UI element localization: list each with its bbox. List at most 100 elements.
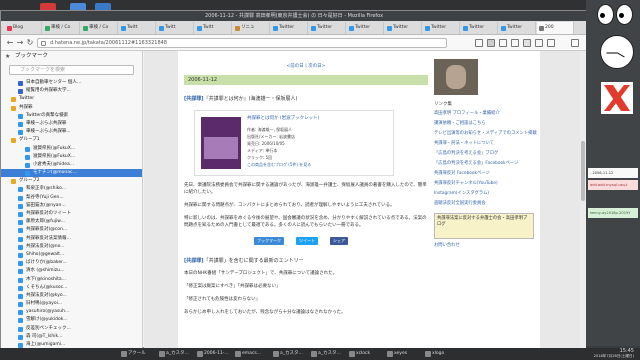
bookmark-item[interactable]: Twitterの真摯な検索	[1, 112, 142, 120]
bookmark-favicon-icon	[18, 130, 23, 136]
reader-icon[interactable]	[499, 39, 507, 47]
browser-tab[interactable]: Twitter	[271, 22, 308, 34]
side-link[interactable]: Instagram(インスタグラム)	[430, 191, 538, 197]
bookmark-folder[interactable]: グループ1	[1, 136, 142, 144]
addon-icon[interactable]	[523, 39, 531, 47]
taskbar-task[interactable]: xlogo	[424, 349, 444, 359]
url-bar[interactable]: d.hatena.ne.jp/takata/20061112#116332184…	[37, 38, 447, 48]
sidebar-toggle-icon[interactable]	[487, 39, 495, 47]
bookmark-item[interactable]: 藤原太郎(@fujiw...	[1, 218, 142, 226]
bookmark-item[interactable]: 共謀罪反対法案情報...	[1, 235, 142, 243]
book-more-link[interactable]: この商品を含むブログ (5件) を見る	[247, 162, 311, 168]
taskbar-task[interactable]: xeyes	[386, 349, 407, 359]
browser-tab[interactable]: Twitt	[119, 22, 156, 34]
taskbar-task[interactable]: emacs...	[234, 349, 261, 359]
browser-tab[interactable]: 車検 / Co	[43, 22, 80, 34]
side-link[interactable]: 盗聴法反対全国実行委員会	[430, 201, 538, 207]
browser-tab[interactable]: リニュ	[233, 22, 270, 34]
bookmark-item[interactable]: 車検ーぶらぶ共謀罪...	[1, 128, 142, 136]
task-label: emacs...	[242, 351, 262, 356]
tweet-button[interactable]: ツイート	[296, 237, 318, 245]
bookmark-item[interactable]: 梨谷寺(Yuji Gen...	[1, 194, 142, 202]
contact-link[interactable]: お問い合わせ	[430, 243, 538, 249]
browser-tab[interactable]: Twitter	[309, 22, 346, 34]
side-link[interactable]: 高田孝明 プロフィール・業績紹介	[430, 111, 538, 117]
browser-tab[interactable]: Twitt	[195, 22, 232, 34]
bookmark-item[interactable]: ばけりか(@baker...	[1, 259, 142, 267]
bookmark-item[interactable]: 反差別ペンチェック...	[1, 325, 142, 333]
entry-title[interactable]: [共謀罪]『共謀罪とは何か』(海渡雄一・保坂展人)	[184, 95, 428, 102]
bookmark-share-button[interactable]: ブックマーク	[254, 237, 284, 245]
facebook-share-button[interactable]: シェア	[330, 237, 348, 245]
reload-icon[interactable]: ↻	[25, 38, 35, 48]
side-link[interactable]: 「広島の判決を考える会」Facebookページ	[430, 161, 538, 167]
bookmark-folder[interactable]: 共謀罪	[1, 104, 142, 112]
bookmark-item[interactable]: モナチン(@monac...	[1, 169, 142, 178]
taskbar-task[interactable]: a_カスタ...	[310, 349, 341, 359]
bookmark-item[interactable]: 滋賀県民(@FukuX...	[1, 145, 142, 153]
side-link[interactable]: 共謀罪反対チャンネル(YouTube)	[430, 181, 538, 187]
desktop-memo[interactable]: - 2006-11-12	[588, 168, 638, 178]
bookmark-item[interactable]: 共謀罪反対のツイート	[1, 210, 142, 218]
browser-tab[interactable]: Twitter	[385, 22, 422, 34]
bookmark-item[interactable]: 縦覧用の共謀罪大学...	[1, 87, 142, 95]
desktop-memo[interactable]: kenny-ay2018p-2019Y	[588, 208, 638, 218]
browser-tab[interactable]: Twitt	[157, 22, 194, 34]
scroll-thumb[interactable]	[581, 141, 585, 201]
side-link[interactable]: 「広島の判決を考える会」ブログ	[430, 151, 538, 157]
bookmark-folder[interactable]: グループ2	[1, 177, 142, 185]
bookmark-item[interactable]: 雪解け(@yukidok...	[1, 316, 142, 324]
side-link[interactable]: 講演依頼・ご相談はこちら	[430, 121, 538, 127]
bookmark-item[interactable]: 和泉正幸(@shiko...	[1, 185, 142, 193]
bookmark-folder[interactable]: Twitter	[1, 95, 142, 103]
bookmark-favicon-icon	[18, 285, 23, 291]
taskbar-task[interactable]: 2006-11-...	[196, 349, 229, 359]
bookmark-item[interactable]: 滋賀県民(@FukuX...	[1, 153, 142, 161]
browser-tab[interactable]: Blog	[5, 22, 42, 34]
browser-tab[interactable]: Twitter	[423, 22, 460, 34]
bookmark-item[interactable]: 木下(@kinoshita...	[1, 276, 142, 284]
bookmark-item[interactable]: yasuhiro(@yasuh...	[1, 308, 142, 316]
taskbar-task[interactable]: a_カスタ...	[272, 349, 303, 359]
pocket-icon[interactable]	[535, 39, 543, 47]
book-cover-image[interactable]	[201, 117, 241, 169]
bookmark-item[interactable]: 森 司(@T_Ishik...	[1, 333, 142, 341]
bookmark-item[interactable]: 共謀罪反対(@con...	[1, 226, 142, 234]
browser-tab[interactable]: 車検 / Co	[81, 22, 118, 34]
menu-icon[interactable]	[571, 39, 579, 47]
desktop-memo[interactable]: add-add-mysql-usq-t	[588, 180, 638, 190]
bookmark-item[interactable]: 共謀法反対(@kyo...	[1, 292, 142, 300]
bookmark-item[interactable]: 海上(@umigami...	[1, 341, 142, 348]
blog-banner[interactable]: 共謀罪法案に反対する弁護士の会・高田孝明ブログ	[434, 213, 534, 239]
taskbar-task[interactable]: アクール	[120, 349, 146, 359]
side-link[interactable]: 共謀罪・刑法・ネットについて	[430, 141, 538, 147]
bookmark-item[interactable]: 日本自動車センター 個人...	[1, 79, 142, 87]
taskbar-task[interactable]: a_カスタ...	[158, 349, 189, 359]
page-nav[interactable]: <前の日 | 次の日>	[184, 63, 428, 69]
bookmark-item[interactable]: 車検ーぶらぶ共謀罪	[1, 120, 142, 128]
entry-title-2[interactable]: [共謀罪]「共謀罪」を含むに関する最新のエントリー	[184, 257, 428, 264]
side-link[interactable]: 共謀罪反対 Facebookページ	[430, 171, 538, 177]
bookmark-item[interactable]: 小倉秀夫(@hidea...	[1, 161, 142, 169]
bookmark-label: 和泉正幸(@shiko...	[26, 186, 67, 192]
bookmark-item[interactable]: 旧村鳴(@yayoi...	[1, 300, 142, 308]
taskbar-task[interactable]: xclock	[348, 349, 370, 359]
side-link[interactable]: テレビ出演等のお知らせ・メディアでのコメント掲載	[430, 131, 538, 137]
bookmark-item[interactable]: 共謀法反対(@no...	[1, 243, 142, 251]
bookmark-item[interactable]: 猫田猫太(@nyan...	[1, 202, 142, 210]
bookmark-search-input[interactable]: ブックマークを検索	[9, 65, 134, 75]
browser-tab[interactable]: Twitter	[461, 22, 498, 34]
screenshot-icon[interactable]	[511, 39, 519, 47]
browser-tab[interactable]: Twitter	[499, 22, 536, 34]
library-icon[interactable]	[475, 39, 483, 47]
book-title[interactable]: 共謀罪とは何か (岩波ブックレット)	[247, 115, 319, 121]
browser-tab[interactable]: 200	[537, 22, 574, 34]
bookmark-item[interactable]: 清水 (@shimizu...	[1, 267, 142, 275]
forward-icon[interactable]: →	[15, 38, 25, 48]
browser-tab[interactable]: Twitter	[347, 22, 384, 34]
back-icon[interactable]: ←	[5, 38, 15, 48]
bookmark-item[interactable]: くそちん(@kusoc...	[1, 284, 142, 292]
sidebar-header[interactable]: ★ ブックマーク	[1, 51, 142, 62]
bookmark-item[interactable]: Shiho(@gewalt...	[1, 251, 142, 259]
download-icon[interactable]	[547, 39, 555, 47]
